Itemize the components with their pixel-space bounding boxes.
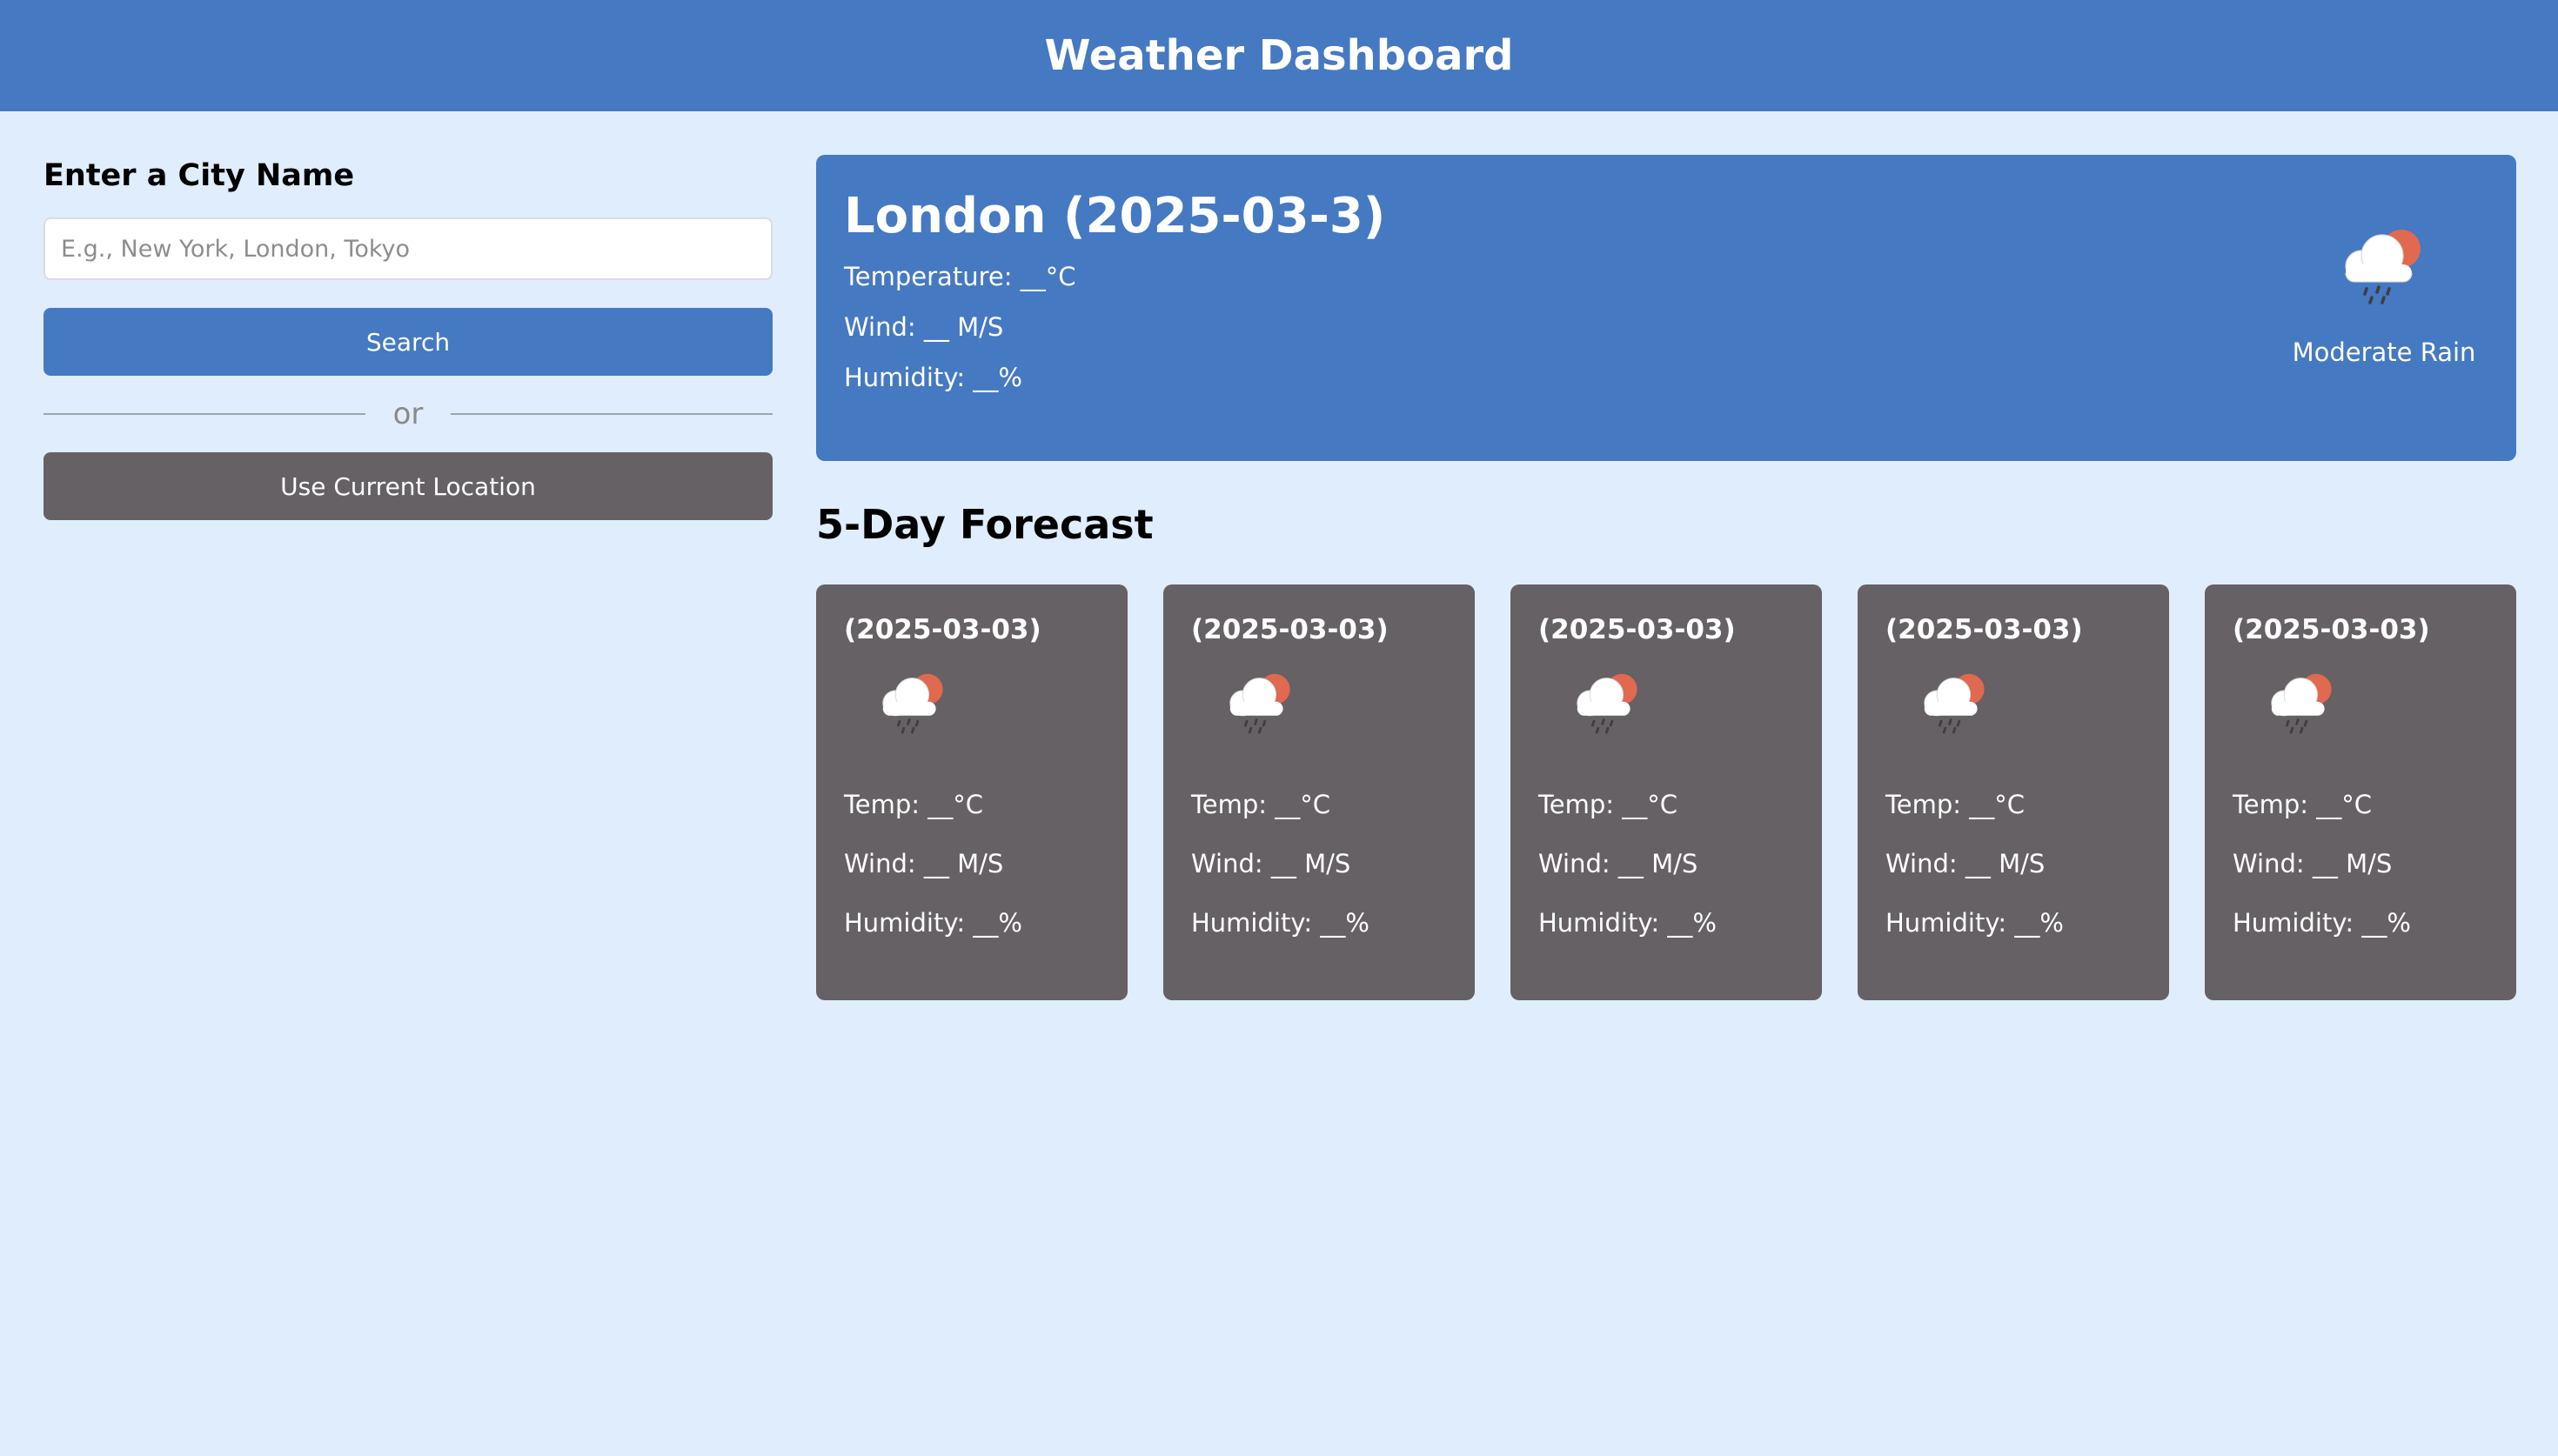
rain-cloud-sun-icon xyxy=(872,673,955,745)
forecast-title: 5-Day Forecast xyxy=(816,501,1154,548)
rain-cloud-sun-icon xyxy=(2260,673,2344,745)
rain-cloud-sun-icon xyxy=(1219,673,1302,745)
city-search-heading: Enter a City Name xyxy=(44,158,355,193)
forecast-card: (2025-03-03) Temp: __°C Wind: __ M/S Hum… xyxy=(1163,584,1475,1000)
forecast-list: (2025-03-03) Temp: __°C Wind: __ M/S Hum… xyxy=(816,584,2516,1000)
forecast-humidity: Humidity: __% xyxy=(1538,908,1717,938)
forecast-humidity: Humidity: __% xyxy=(2233,908,2411,938)
current-weather-details: London (2025-03-3) Temperature: __°C Win… xyxy=(844,188,1385,461)
forecast-card: (2025-03-03) Temp: __°C Wind: __ M/S Hum… xyxy=(1510,584,1822,1000)
divider-text: or xyxy=(392,397,424,431)
or-divider: or xyxy=(44,388,773,440)
forecast-card: (2025-03-03) Temp: __°C Wind: __ M/S Hum… xyxy=(1858,584,2169,1000)
current-wind: Wind: __ M/S xyxy=(844,312,1004,342)
search-sidebar: Enter a City Name Search or Use Current … xyxy=(44,155,773,1000)
use-current-location-button[interactable]: Use Current Location xyxy=(44,452,773,520)
page-title: Weather Dashboard xyxy=(1044,31,1514,80)
forecast-wind: Wind: __ M/S xyxy=(1885,849,2046,878)
forecast-temp: Temp: __°C xyxy=(844,790,984,819)
rain-cloud-sun-icon xyxy=(2332,223,2436,317)
divider-line-left xyxy=(44,413,365,415)
weather-content: London (2025-03-3) Temperature: __°C Win… xyxy=(816,155,2516,1000)
forecast-card: (2025-03-03) Temp: __°C Wind: __ M/S Hum… xyxy=(816,584,1128,1000)
forecast-temp: Temp: __°C xyxy=(2233,790,2373,819)
current-condition: Moderate Rain xyxy=(2280,188,2488,461)
forecast-wind: Wind: __ M/S xyxy=(2233,849,2393,878)
forecast-date: (2025-03-03) xyxy=(844,614,1041,645)
forecast-humidity: Humidity: __% xyxy=(1885,908,2064,938)
forecast-wind: Wind: __ M/S xyxy=(1538,849,1698,878)
rain-cloud-sun-icon xyxy=(1566,673,1650,745)
forecast-card: (2025-03-03) Temp: __°C Wind: __ M/S Hum… xyxy=(2205,584,2516,1000)
rain-cloud-sun-icon xyxy=(1913,673,1997,745)
divider-line-right xyxy=(451,413,773,415)
forecast-date: (2025-03-03) xyxy=(2233,614,2430,645)
city-search-input[interactable] xyxy=(44,217,773,280)
forecast-temp: Temp: __°C xyxy=(1538,790,1678,819)
forecast-humidity: Humidity: __% xyxy=(1191,908,1369,938)
forecast-date: (2025-03-03) xyxy=(1538,614,1736,645)
main-layout: Enter a City Name Search or Use Current … xyxy=(0,111,2558,1000)
search-button[interactable]: Search xyxy=(44,308,773,376)
forecast-humidity: Humidity: __% xyxy=(844,908,1022,938)
forecast-temp: Temp: __°C xyxy=(1191,790,1331,819)
forecast-date: (2025-03-03) xyxy=(1885,614,2083,645)
forecast-date: (2025-03-03) xyxy=(1191,614,1389,645)
current-condition-text: Moderate Rain xyxy=(2292,337,2476,367)
current-temperature: Temperature: __°C xyxy=(844,262,1076,291)
current-humidity: Humidity: __% xyxy=(844,363,1022,392)
current-weather-card: London (2025-03-3) Temperature: __°C Win… xyxy=(816,155,2516,461)
forecast-temp: Temp: __°C xyxy=(1885,790,2026,819)
forecast-wind: Wind: __ M/S xyxy=(1191,849,1351,878)
current-city-title: London (2025-03-3) xyxy=(844,188,1386,244)
forecast-wind: Wind: __ M/S xyxy=(844,849,1004,878)
app-header: Weather Dashboard xyxy=(0,0,2558,111)
